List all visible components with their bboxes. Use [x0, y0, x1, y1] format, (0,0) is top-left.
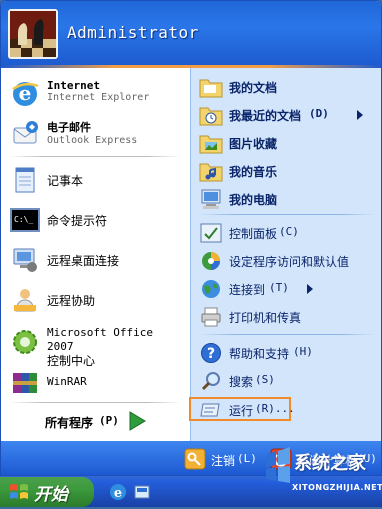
logoff-button[interactable]: 注销 (L)	[181, 446, 261, 472]
recent-item-remote-desktop[interactable]: 远程桌面连接	[7, 242, 185, 278]
my-computer-icon	[199, 187, 223, 211]
right-item-label: 搜索	[229, 375, 254, 389]
all-programs-divider	[9, 402, 181, 403]
pinned-item-title: Internet	[47, 79, 100, 92]
recent-item-notepad[interactable]: 记事本	[7, 162, 185, 198]
start-menu: Administrator e Internet Internet Explor…	[0, 0, 382, 476]
submenu-arrow-icon	[355, 110, 365, 120]
recent-item-cmd[interactable]: C:\_ 命令提示符	[7, 202, 185, 238]
svg-text:C:\_: C:\_	[14, 215, 33, 224]
pinned-item-title: 电子邮件	[47, 121, 91, 134]
svg-text:?: ?	[207, 346, 215, 362]
right-item-printers[interactable]: 打印机和传真	[197, 304, 379, 330]
printers-icon	[199, 305, 223, 329]
watermark-brand: 系统之家	[294, 453, 366, 474]
right-item-search[interactable]: 搜索 (S)	[197, 368, 379, 394]
recent-item-winrar[interactable]: WinRAR	[7, 366, 185, 400]
connect-to-icon	[199, 277, 223, 301]
recent-documents-icon	[199, 103, 223, 127]
start-menu-header: Administrator	[1, 1, 381, 65]
right-item-recent-documents[interactable]: 我最近的文档 (D)	[197, 102, 379, 128]
right-item-connect-to[interactable]: 连接到 (T)	[197, 276, 379, 302]
recent-item-label: 远程协助	[47, 294, 96, 308]
quicklaunch-show-desktop-icon[interactable]	[132, 482, 152, 502]
office-control-center-icon	[9, 326, 41, 358]
right-item-my-pictures[interactable]: 图片收藏	[197, 130, 379, 156]
right-item-label: 控制面板	[229, 227, 278, 241]
right-item-accel: (R)...	[255, 402, 295, 415]
run-icon	[199, 400, 221, 420]
my-music-icon	[199, 159, 223, 183]
pinned-divider	[9, 156, 181, 157]
recent-item-remote-assistance[interactable]: 远程协助	[7, 282, 185, 318]
submenu-arrow-icon	[305, 284, 315, 294]
quicklaunch-ie-icon[interactable]: e	[108, 482, 128, 502]
recent-item-label: Microsoft Office 2007	[47, 326, 153, 353]
right-item-label: 图片收藏	[229, 137, 278, 151]
my-pictures-icon	[199, 131, 223, 155]
right-item-label: 打印机和传真	[229, 311, 302, 325]
right-item-label: 我最近的文档	[229, 109, 302, 123]
pinned-item-subtitle: Outlook Express	[47, 135, 138, 146]
right-item-label: 运行	[229, 404, 254, 418]
right-item-accel: (S)	[255, 373, 275, 386]
pinned-item-email[interactable]: 电子邮件 Outlook Express	[7, 116, 185, 152]
help-icon: ?	[199, 341, 223, 365]
logoff-label: 注销	[211, 454, 236, 468]
left-pane: e Internet Internet Explorer 电子邮件 Outloo…	[1, 68, 190, 441]
right-item-label: 我的文档	[229, 81, 278, 95]
right-item-label: 我的音乐	[229, 165, 278, 179]
username-label: Administrator	[67, 23, 199, 42]
all-programs-label: 所有程序	[45, 416, 94, 430]
all-programs-button[interactable]: 所有程序 (P)	[31, 406, 181, 436]
right-item-accel: (T)	[269, 281, 289, 294]
right-item-accel: (H)	[293, 345, 313, 358]
key-icon	[183, 447, 207, 471]
right-item-my-music[interactable]: 我的音乐	[197, 158, 379, 184]
right-item-label: 帮助和支持	[229, 347, 290, 361]
arrow-right-icon	[127, 410, 147, 432]
right-item-help[interactable]: ? 帮助和支持 (H)	[197, 340, 379, 366]
start-button[interactable]: 开始	[0, 477, 94, 507]
right-divider-2	[199, 334, 375, 335]
svg-text:e: e	[114, 486, 122, 501]
user-avatar[interactable]	[8, 9, 58, 59]
remote-assistance-icon	[9, 284, 41, 316]
start-label: 开始	[34, 484, 68, 505]
control-panel-icon	[199, 221, 223, 245]
right-item-control-panel[interactable]: 控制面板 (C)	[197, 220, 379, 246]
search-icon	[199, 369, 223, 393]
pinned-item-internet[interactable]: e Internet Internet Explorer	[7, 76, 185, 112]
windows-logo-icon	[8, 481, 30, 503]
all-programs-accel: (P)	[99, 414, 119, 427]
right-divider-1	[199, 214, 375, 215]
right-item-accel: (D)	[309, 107, 329, 120]
right-pane: 我的文档 我最近的文档 (D) 图片收藏 我的音乐 我的电脑 控制面板 (C) …	[189, 68, 381, 441]
remote-desktop-icon	[9, 244, 41, 276]
right-item-accel: (C)	[279, 225, 299, 238]
watermark-url: XITONGZHIJIA.NET	[292, 483, 382, 492]
logoff-accel: (L)	[237, 452, 257, 465]
right-item-label: 我的电脑	[229, 193, 278, 207]
recent-item-label: 记事本	[47, 174, 84, 188]
my-documents-icon	[199, 75, 223, 99]
notepad-icon	[9, 164, 41, 196]
right-item-my-computer[interactable]: 我的电脑	[197, 186, 379, 212]
winrar-icon	[9, 368, 41, 398]
recent-item-label: WinRAR	[47, 375, 87, 388]
recent-item-label: 命令提示符	[47, 214, 108, 228]
program-defaults-icon	[199, 249, 223, 273]
right-item-label: 设定程序访问和默认值	[229, 255, 350, 269]
right-item-label: 连接到	[229, 283, 266, 297]
watermark-logo: 系统之家 XITONGZHIJIA.NET	[262, 445, 382, 505]
right-item-my-documents[interactable]: 我的文档	[197, 74, 379, 100]
recent-item-office-center[interactable]: Microsoft Office 2007 控制中心	[7, 322, 185, 368]
internet-explorer-icon: e	[9, 78, 41, 110]
pinned-item-subtitle: Internet Explorer	[47, 92, 150, 103]
recent-item-label: 远程桌面连接	[47, 254, 120, 268]
outlook-express-icon	[9, 118, 41, 150]
command-prompt-icon: C:\_	[9, 204, 41, 236]
right-item-run[interactable]: 运行 (R)...	[189, 397, 295, 421]
right-item-program-defaults[interactable]: 设定程序访问和默认值	[197, 248, 379, 274]
